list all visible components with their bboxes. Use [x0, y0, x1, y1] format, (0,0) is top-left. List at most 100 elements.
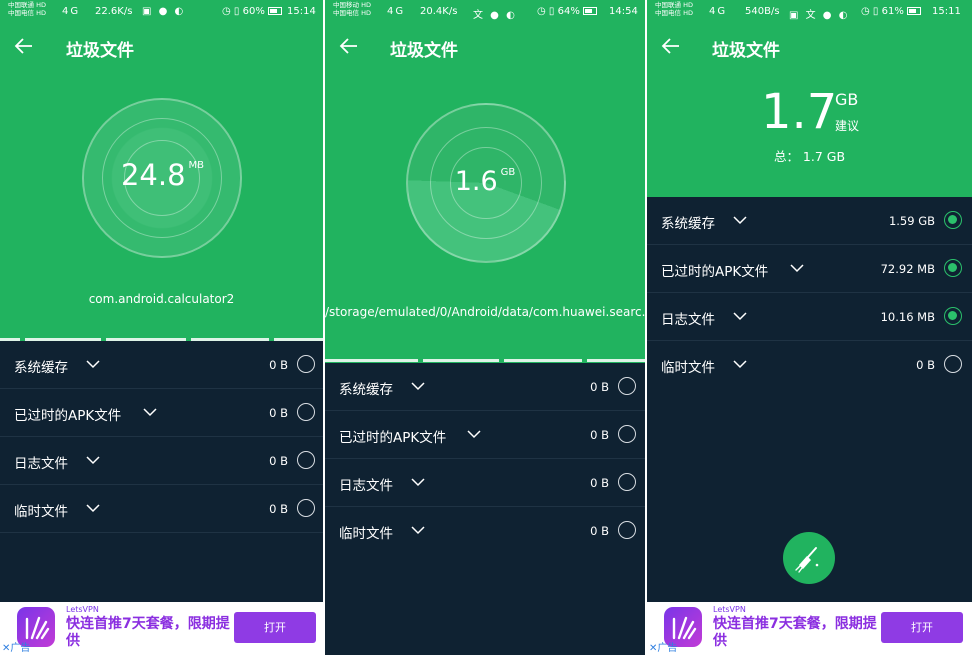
clean-button[interactable]	[783, 532, 835, 584]
category-list: 系统缓存 0 B 已过时的APK文件 0 B 日志文件 0 B 临时文件 0 B	[325, 363, 645, 655]
list-item[interactable]: 日志文件 0 B	[325, 459, 645, 507]
select-radio[interactable]	[297, 355, 315, 373]
app-bar: 垃圾文件	[325, 30, 645, 66]
ad-banner[interactable]: LetsVPN 快连首推7天套餐，限期提供 打开 ✕广告	[0, 602, 323, 655]
chevron-down-icon[interactable]	[733, 311, 747, 321]
category-size: 1.59 GB	[888, 214, 935, 228]
notification-icons: ▣ ● ◐	[142, 6, 186, 17]
category-list: 系统缓存 0 B 已过时的APK文件 0 B 日志文件 0 B 临时文件 0 B	[0, 341, 323, 602]
carrier-info: 中国移动 HD 中国电信 HD	[333, 1, 371, 17]
select-radio-checked[interactable]	[944, 211, 962, 229]
progress-segment	[423, 359, 499, 362]
select-radio[interactable]	[618, 425, 636, 443]
broom-icon	[795, 547, 819, 573]
chevron-down-icon[interactable]	[733, 359, 747, 369]
status-bar: 中国联通 HD 中国电信 HD 4G 22.6K/s ▣ ● ◐ ◷ ▯ 60%…	[0, 0, 323, 24]
scan-path: com.android.calculator2	[88, 292, 235, 306]
junk-amount: 1.6 GB	[454, 166, 516, 197]
screen-3: 中国联通 HD 中国电信 HD 4G 540B/s ▣ 文 ● ◐ ◷ ▯ 61…	[647, 0, 972, 655]
list-item[interactable]: 日志文件 0 B	[0, 437, 323, 485]
notification-icons: ▣ 文 ● ◐	[789, 10, 850, 21]
ad-headline: 快连首推7天套餐，限期提供	[713, 616, 877, 649]
notification-icons: 文 ● ◐	[473, 10, 517, 21]
chevron-down-icon[interactable]	[411, 477, 425, 487]
select-radio[interactable]	[297, 499, 315, 517]
page-title: 垃圾文件	[66, 41, 134, 61]
battery-level: ◷ ▯ 64%	[537, 6, 600, 17]
chevron-down-icon[interactable]	[86, 503, 100, 513]
clock: 15:14	[287, 6, 316, 17]
select-radio[interactable]	[297, 403, 315, 421]
select-radio[interactable]	[944, 355, 962, 373]
progress-segment	[587, 359, 645, 362]
list-item[interactable]: 已过时的APK文件 0 B	[0, 389, 323, 437]
back-arrow-icon[interactable]	[661, 36, 681, 56]
list-item[interactable]: 系统缓存 1.59 GB	[647, 197, 972, 245]
list-item[interactable]: 临时文件 0 B	[647, 341, 972, 389]
category-label: 已过时的APK文件	[339, 430, 447, 446]
chevron-down-icon[interactable]	[411, 381, 425, 391]
list-item[interactable]: 已过时的APK文件 72.92 MB	[647, 245, 972, 293]
battery-level: ◷ ▯ 61%	[861, 6, 924, 17]
ad-brand: LetsVPN	[713, 605, 746, 614]
chevron-down-icon[interactable]	[86, 359, 100, 369]
chevron-down-icon[interactable]	[467, 429, 481, 439]
category-label: 系统缓存	[14, 360, 68, 376]
category-label: 日志文件	[661, 312, 715, 328]
category-label: 已过时的APK文件	[661, 264, 769, 280]
chevron-down-icon[interactable]	[411, 525, 425, 535]
list-item[interactable]: 日志文件 10.16 MB	[647, 293, 972, 341]
category-size: 0 B	[916, 358, 935, 372]
chevron-down-icon[interactable]	[86, 455, 100, 465]
clock: 15:11	[932, 6, 961, 17]
ad-close-tag[interactable]: ✕广告	[649, 639, 677, 654]
list-item[interactable]: 系统缓存 0 B	[0, 341, 323, 389]
select-radio[interactable]	[618, 377, 636, 395]
app-bar: 垃圾文件	[0, 30, 323, 66]
select-radio[interactable]	[618, 473, 636, 491]
category-size: 0 B	[269, 454, 288, 468]
category-label: 日志文件	[339, 478, 393, 494]
category-label: 临时文件	[14, 504, 68, 520]
list-item[interactable]: 临时文件 0 B	[0, 485, 323, 533]
category-label: 系统缓存	[661, 216, 715, 232]
chevron-down-icon[interactable]	[790, 263, 804, 273]
list-item[interactable]: 已过时的APK文件 0 B	[325, 411, 645, 459]
signal-4g: 4G	[62, 6, 81, 17]
ad-brand: LetsVPN	[66, 605, 99, 614]
category-size: 0 B	[590, 380, 609, 394]
list-item[interactable]: 系统缓存 0 B	[325, 363, 645, 411]
ad-banner[interactable]: LetsVPN 快连首推7天套餐，限期提供 打开 ✕广告	[647, 602, 972, 655]
ad-open-button[interactable]: 打开	[234, 612, 316, 643]
category-size: 0 B	[269, 406, 288, 420]
status-bar: 中国联通 HD 中国电信 HD 4G 540B/s ▣ 文 ● ◐ ◷ ▯ 61…	[647, 0, 972, 24]
screen-1: 中国联通 HD 中国电信 HD 4G 22.6K/s ▣ ● ◐ ◷ ▯ 60%…	[0, 0, 323, 655]
app-bar: 垃圾文件	[647, 30, 972, 66]
select-radio-checked[interactable]	[944, 307, 962, 325]
battery-icon	[582, 7, 597, 15]
select-radio[interactable]	[297, 451, 315, 469]
category-size: 0 B	[590, 524, 609, 538]
ad-open-button[interactable]: 打开	[881, 612, 963, 643]
status-bar: 中国移动 HD 中国电信 HD 4G 20.4K/s 文 ● ◐ ◷ ▯ 64%…	[325, 0, 645, 24]
select-radio[interactable]	[618, 521, 636, 539]
battery-level: ◷ ▯ 60%	[222, 6, 285, 17]
category-label: 日志文件	[14, 456, 68, 472]
chevron-down-icon[interactable]	[733, 215, 747, 225]
back-arrow-icon[interactable]	[339, 36, 359, 56]
ad-close-tag[interactable]: ✕广告	[2, 639, 30, 654]
network-speed: 22.6K/s	[95, 6, 133, 17]
junk-amount: 1.7	[761, 84, 838, 140]
clock: 14:54	[609, 6, 638, 17]
signal-4g: 4G	[709, 6, 728, 17]
signal-4g: 4G	[387, 6, 406, 17]
category-label: 临时文件	[339, 526, 393, 542]
back-arrow-icon[interactable]	[14, 36, 34, 56]
screen-2: 中国移动 HD 中国电信 HD 4G 20.4K/s 文 ● ◐ ◷ ▯ 64%…	[325, 0, 645, 655]
select-radio-checked[interactable]	[944, 259, 962, 277]
list-item[interactable]: 临时文件 0 B	[325, 507, 645, 555]
ad-headline: 快连首推7天套餐，限期提供	[66, 616, 230, 649]
chevron-down-icon[interactable]	[143, 407, 157, 417]
battery-icon	[267, 7, 282, 15]
network-speed: 20.4K/s	[420, 6, 458, 17]
